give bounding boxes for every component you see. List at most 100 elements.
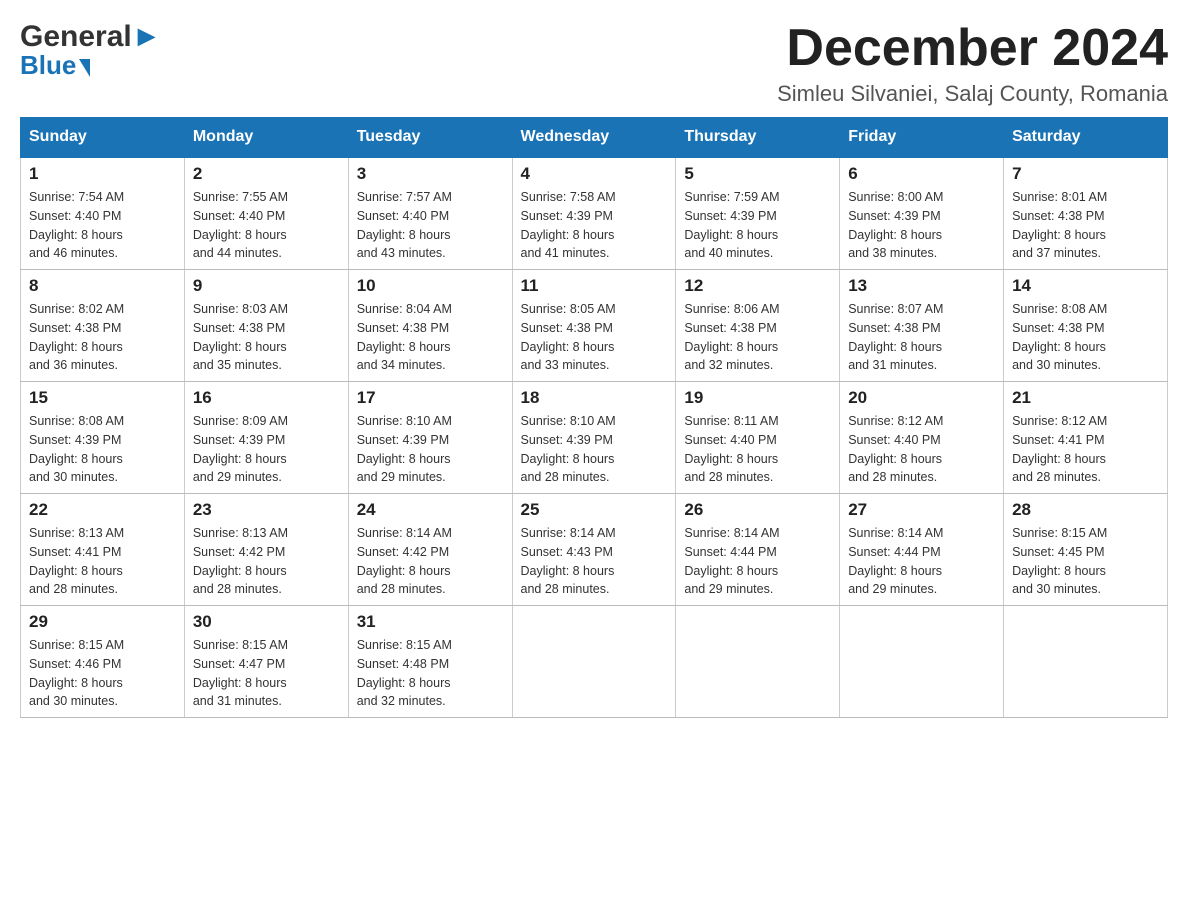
day-number: 29 [29,612,176,632]
day-info: Sunrise: 8:00 AMSunset: 4:39 PMDaylight:… [848,188,995,263]
day-info: Sunrise: 7:59 AMSunset: 4:39 PMDaylight:… [684,188,831,263]
calendar-week-row: 8 Sunrise: 8:02 AMSunset: 4:38 PMDayligh… [21,270,1168,382]
day-info: Sunrise: 8:05 AMSunset: 4:38 PMDaylight:… [521,300,668,375]
calendar-cell: 14 Sunrise: 8:08 AMSunset: 4:38 PMDaylig… [1004,270,1168,382]
calendar-cell: 21 Sunrise: 8:12 AMSunset: 4:41 PMDaylig… [1004,382,1168,494]
day-number: 20 [848,388,995,408]
day-info: Sunrise: 8:15 AMSunset: 4:46 PMDaylight:… [29,636,176,711]
day-info: Sunrise: 8:01 AMSunset: 4:38 PMDaylight:… [1012,188,1159,263]
day-number: 17 [357,388,504,408]
day-info: Sunrise: 8:12 AMSunset: 4:41 PMDaylight:… [1012,412,1159,487]
day-info: Sunrise: 8:07 AMSunset: 4:38 PMDaylight:… [848,300,995,375]
calendar-cell: 26 Sunrise: 8:14 AMSunset: 4:44 PMDaylig… [676,494,840,606]
weekday-header-monday: Monday [184,118,348,158]
calendar-cell: 1 Sunrise: 7:54 AMSunset: 4:40 PMDayligh… [21,157,185,270]
calendar-cell: 2 Sunrise: 7:55 AMSunset: 4:40 PMDayligh… [184,157,348,270]
day-info: Sunrise: 8:10 AMSunset: 4:39 PMDaylight:… [521,412,668,487]
day-info: Sunrise: 8:13 AMSunset: 4:42 PMDaylight:… [193,524,340,599]
day-info: Sunrise: 8:14 AMSunset: 4:43 PMDaylight:… [521,524,668,599]
day-info: Sunrise: 8:12 AMSunset: 4:40 PMDaylight:… [848,412,995,487]
day-info: Sunrise: 8:15 AMSunset: 4:47 PMDaylight:… [193,636,340,711]
day-number: 13 [848,276,995,296]
calendar-cell: 19 Sunrise: 8:11 AMSunset: 4:40 PMDaylig… [676,382,840,494]
calendar-cell: 30 Sunrise: 8:15 AMSunset: 4:47 PMDaylig… [184,606,348,718]
day-info: Sunrise: 8:08 AMSunset: 4:39 PMDaylight:… [29,412,176,487]
calendar-cell: 8 Sunrise: 8:02 AMSunset: 4:38 PMDayligh… [21,270,185,382]
calendar-cell: 6 Sunrise: 8:00 AMSunset: 4:39 PMDayligh… [840,157,1004,270]
day-info: Sunrise: 7:55 AMSunset: 4:40 PMDaylight:… [193,188,340,263]
day-number: 28 [1012,500,1159,520]
day-info: Sunrise: 7:58 AMSunset: 4:39 PMDaylight:… [521,188,668,263]
day-info: Sunrise: 8:04 AMSunset: 4:38 PMDaylight:… [357,300,504,375]
calendar-cell: 5 Sunrise: 7:59 AMSunset: 4:39 PMDayligh… [676,157,840,270]
day-number: 7 [1012,164,1159,184]
day-info: Sunrise: 8:10 AMSunset: 4:39 PMDaylight:… [357,412,504,487]
day-number: 26 [684,500,831,520]
day-number: 23 [193,500,340,520]
calendar-cell: 28 Sunrise: 8:15 AMSunset: 4:45 PMDaylig… [1004,494,1168,606]
calendar-cell: 27 Sunrise: 8:14 AMSunset: 4:44 PMDaylig… [840,494,1004,606]
calendar-cell: 23 Sunrise: 8:13 AMSunset: 4:42 PMDaylig… [184,494,348,606]
page-header: General► Blue December 2024 Simleu Silva… [20,20,1168,107]
day-number: 14 [1012,276,1159,296]
day-info: Sunrise: 8:11 AMSunset: 4:40 PMDaylight:… [684,412,831,487]
calendar-cell: 18 Sunrise: 8:10 AMSunset: 4:39 PMDaylig… [512,382,676,494]
month-title: December 2024 [777,20,1168,77]
calendar-cell [1004,606,1168,718]
day-number: 24 [357,500,504,520]
weekday-header-thursday: Thursday [676,118,840,158]
day-number: 8 [29,276,176,296]
logo-general-text: General► [20,20,161,54]
day-info: Sunrise: 8:13 AMSunset: 4:41 PMDaylight:… [29,524,176,599]
calendar-cell: 17 Sunrise: 8:10 AMSunset: 4:39 PMDaylig… [348,382,512,494]
day-number: 9 [193,276,340,296]
day-number: 2 [193,164,340,184]
calendar-cell [840,606,1004,718]
weekday-header-friday: Friday [840,118,1004,158]
day-info: Sunrise: 8:09 AMSunset: 4:39 PMDaylight:… [193,412,340,487]
calendar-cell: 29 Sunrise: 8:15 AMSunset: 4:46 PMDaylig… [21,606,185,718]
calendar-cell: 4 Sunrise: 7:58 AMSunset: 4:39 PMDayligh… [512,157,676,270]
day-info: Sunrise: 8:15 AMSunset: 4:48 PMDaylight:… [357,636,504,711]
calendar-table: SundayMondayTuesdayWednesdayThursdayFrid… [20,117,1168,718]
day-number: 11 [521,276,668,296]
logo-blue-arrow [79,59,90,77]
day-number: 15 [29,388,176,408]
weekday-header-wednesday: Wednesday [512,118,676,158]
day-number: 3 [357,164,504,184]
title-block: December 2024 Simleu Silvaniei, Salaj Co… [777,20,1168,107]
day-number: 27 [848,500,995,520]
day-info: Sunrise: 8:02 AMSunset: 4:38 PMDaylight:… [29,300,176,375]
calendar-cell [676,606,840,718]
location-title: Simleu Silvaniei, Salaj County, Romania [777,81,1168,107]
calendar-cell: 16 Sunrise: 8:09 AMSunset: 4:39 PMDaylig… [184,382,348,494]
calendar-cell: 9 Sunrise: 8:03 AMSunset: 4:38 PMDayligh… [184,270,348,382]
day-number: 21 [1012,388,1159,408]
calendar-cell: 15 Sunrise: 8:08 AMSunset: 4:39 PMDaylig… [21,382,185,494]
calendar-week-row: 1 Sunrise: 7:54 AMSunset: 4:40 PMDayligh… [21,157,1168,270]
day-number: 22 [29,500,176,520]
day-number: 18 [521,388,668,408]
calendar-cell [512,606,676,718]
day-number: 19 [684,388,831,408]
day-number: 25 [521,500,668,520]
day-number: 6 [848,164,995,184]
day-number: 12 [684,276,831,296]
logo: General► Blue [20,20,161,81]
calendar-cell: 22 Sunrise: 8:13 AMSunset: 4:41 PMDaylig… [21,494,185,606]
day-info: Sunrise: 8:15 AMSunset: 4:45 PMDaylight:… [1012,524,1159,599]
weekday-header-row: SundayMondayTuesdayWednesdayThursdayFrid… [21,118,1168,158]
calendar-cell: 20 Sunrise: 8:12 AMSunset: 4:40 PMDaylig… [840,382,1004,494]
calendar-cell: 25 Sunrise: 8:14 AMSunset: 4:43 PMDaylig… [512,494,676,606]
day-number: 30 [193,612,340,632]
calendar-week-row: 15 Sunrise: 8:08 AMSunset: 4:39 PMDaylig… [21,382,1168,494]
weekday-header-tuesday: Tuesday [348,118,512,158]
day-number: 16 [193,388,340,408]
day-info: Sunrise: 8:14 AMSunset: 4:44 PMDaylight:… [848,524,995,599]
logo-blue-text: Blue [20,50,76,81]
calendar-cell: 24 Sunrise: 8:14 AMSunset: 4:42 PMDaylig… [348,494,512,606]
day-info: Sunrise: 8:06 AMSunset: 4:38 PMDaylight:… [684,300,831,375]
day-info: Sunrise: 8:03 AMSunset: 4:38 PMDaylight:… [193,300,340,375]
day-info: Sunrise: 8:08 AMSunset: 4:38 PMDaylight:… [1012,300,1159,375]
day-info: Sunrise: 7:54 AMSunset: 4:40 PMDaylight:… [29,188,176,263]
